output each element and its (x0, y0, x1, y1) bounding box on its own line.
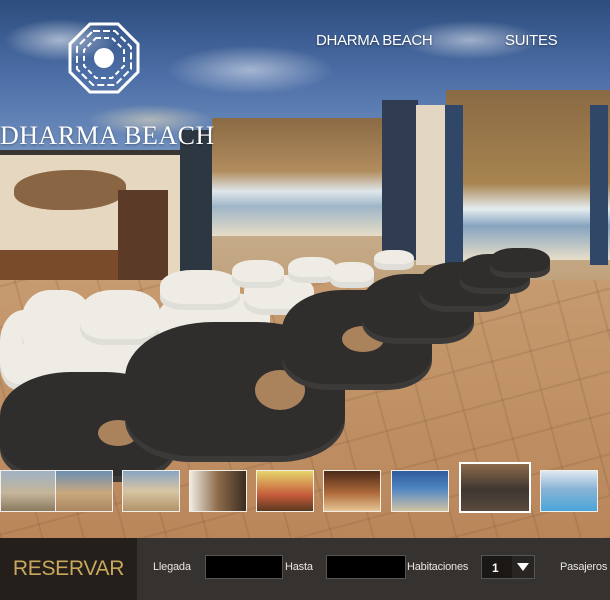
passengers-label: Pasajeros (560, 561, 608, 573)
thumbnail-pool-view[interactable] (391, 470, 449, 512)
thumbnail-strip (0, 462, 610, 516)
thumbnail-dining[interactable] (256, 470, 314, 512)
white-chair (160, 270, 240, 310)
nav-dharma-beach-link[interactable]: DHARMA BEACH (316, 32, 433, 49)
thumbnail-room[interactable] (189, 470, 247, 512)
white-chair (374, 250, 414, 270)
white-chair (330, 262, 374, 288)
driftwood-sculpture (14, 170, 126, 210)
booking-bar: RESERVAR Llegada Hasta Habitaciones 1 Pa… (0, 538, 610, 600)
rooms-label: Habitaciones (407, 561, 469, 573)
thumbnail-beach-huts[interactable] (122, 470, 180, 512)
arrival-label: Llegada (153, 561, 191, 573)
brand-logo[interactable]: DHARMA BEACH (0, 18, 220, 150)
until-date-input[interactable] (326, 555, 406, 579)
rooms-value: 1 (492, 561, 499, 575)
terrace-window (212, 118, 384, 236)
nav-suites-link[interactable]: SUITES (505, 32, 558, 49)
thumbnail-dining-table[interactable] (323, 470, 381, 512)
reserve-button[interactable]: RESERVAR (0, 538, 137, 600)
white-chair (288, 257, 336, 283)
pillar (180, 130, 212, 280)
white-chair (232, 260, 284, 288)
rooms-select[interactable]: 1 (481, 555, 535, 579)
curtain (590, 105, 608, 265)
pillar (382, 100, 418, 260)
thumbnail-beach[interactable] (55, 470, 113, 512)
pillar (416, 105, 446, 265)
hero-image: DHARMA BEACH DHARMA BEACH SUITES (0, 0, 610, 538)
thumbnail-pool[interactable] (540, 470, 598, 512)
doorway (118, 190, 168, 285)
black-chair (490, 248, 550, 278)
thumbnail-lounge[interactable] (459, 462, 531, 513)
bagua-octagon-icon (68, 22, 140, 94)
thumbnail-hotel[interactable] (0, 470, 58, 512)
until-label: Hasta (285, 561, 313, 573)
brand-name: DHARMA BEACH (0, 121, 215, 150)
terrace-window (446, 90, 610, 260)
arrival-date-input[interactable] (205, 555, 283, 579)
curtain (445, 105, 463, 265)
chevron-down-icon[interactable] (512, 556, 534, 578)
white-chair (80, 290, 160, 345)
